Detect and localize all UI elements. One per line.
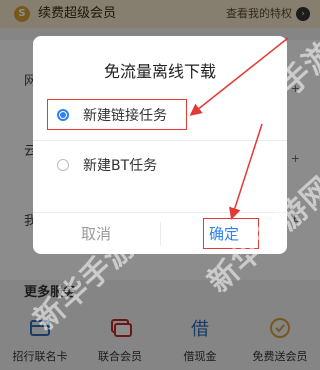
highlight-link-task-box bbox=[47, 99, 187, 130]
radio-unselected-icon[interactable] bbox=[57, 159, 69, 171]
dialog-title: 免流量离线下载 bbox=[103, 62, 216, 81]
option-label: 新建BT任务 bbox=[83, 158, 158, 174]
highlight-confirm-box bbox=[203, 218, 259, 249]
option-divider bbox=[33, 140, 287, 141]
cancel-button[interactable]: 取消 bbox=[33, 214, 159, 254]
option-new-bt-task[interactable]: 新建BT任务 bbox=[33, 146, 287, 186]
button-divider bbox=[33, 212, 287, 213]
